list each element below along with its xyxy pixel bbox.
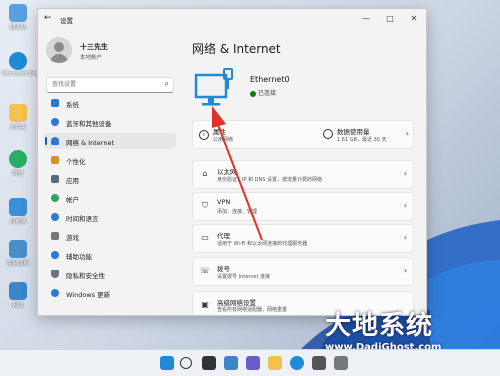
wechat-icon: [9, 150, 27, 168]
sidebar-item-network[interactable]: 网络 & Internet: [44, 133, 176, 149]
desktop-icon-computer[interactable]: 此电脑: [2, 198, 34, 225]
folder-icon: [9, 104, 27, 122]
desktop-icon-network[interactable]: 网络: [2, 282, 34, 309]
data-usage-card[interactable]: 数据使用量 1.61 GB，最近 30 天 ›: [319, 121, 413, 148]
ethernet-icon: ⌂: [202, 169, 208, 178]
search-box[interactable]: ⌕: [46, 77, 174, 93]
avatar[interactable]: [46, 37, 72, 63]
watermark: 大地系统 www.DadiGhost.com: [325, 311, 442, 353]
brush-icon: [51, 156, 59, 164]
control-panel-icon: [9, 240, 27, 258]
window-title: 设置: [60, 17, 73, 25]
maximize-button[interactable]: □: [380, 12, 400, 26]
edge-icon[interactable]: [290, 356, 304, 370]
accessibility-icon: [51, 251, 59, 259]
file-explorer-icon[interactable]: [268, 356, 282, 370]
taskbar: [0, 349, 500, 376]
ethernet-status: 已连接: [250, 88, 276, 97]
computer-icon: [9, 198, 27, 216]
recycle-bin-icon: [9, 4, 27, 22]
settings-icon[interactable]: [334, 356, 348, 370]
dialup-icon: ☏: [200, 266, 211, 275]
advanced-network-icon: ▣: [201, 300, 209, 309]
back-button[interactable]: ←: [44, 13, 52, 23]
chevron-right-icon: ›: [403, 201, 407, 210]
account-icon: [51, 194, 59, 202]
bluetooth-icon: [51, 118, 59, 126]
proxy-card[interactable]: ▭ 代理 适用于 Wi-Fi 和以太网连接的代理服务器 ›: [192, 224, 414, 253]
search-icon[interactable]: ⌕: [165, 79, 169, 89]
wifi-icon: [51, 137, 59, 145]
gamepad-icon: [51, 232, 59, 240]
sidebar: 十三先生 本地帐户 ⌕ 系统 蓝牙和其他设备 网络 & Internet 个性化…: [38, 29, 183, 315]
proxy-icon: ▭: [201, 233, 209, 242]
chat-icon[interactable]: [246, 356, 260, 370]
desktop-icon-edge[interactable]: Microsoft Edge: [2, 52, 43, 77]
vpn-shield-icon: ⛉: [202, 201, 208, 210]
sidebar-item-apps[interactable]: 应用: [44, 171, 176, 187]
system-icon: [51, 99, 59, 107]
desktop-icon-recycle-bin[interactable]: 回收站: [2, 4, 34, 31]
search-icon[interactable]: [180, 357, 192, 369]
properties-card[interactable]: i 属性 公用网络: [193, 121, 311, 148]
ethernet-monitor-icon: [194, 68, 233, 106]
update-icon: [51, 289, 59, 297]
sidebar-item-accessibility[interactable]: 辅助功能: [44, 247, 176, 263]
search-input[interactable]: [52, 79, 152, 90]
vpn-card[interactable]: ⛉ VPN 添加、连接、管理 ›: [192, 192, 414, 221]
ethernet-name: Ethernet0: [250, 75, 290, 84]
start-icon[interactable]: [160, 356, 174, 370]
summary-cards: i 属性 公用网络 数据使用量 1.61 GB，最近 30 天 ›: [192, 120, 414, 149]
sidebar-item-privacy[interactable]: 隐私和安全性: [44, 266, 176, 282]
desktop-icon-wechat[interactable]: 微信: [2, 150, 34, 177]
apps-icon: [51, 175, 59, 183]
title-bar: ← 设置 — □ ✕: [38, 9, 426, 29]
page-title: 网络 & Internet: [192, 42, 281, 56]
desktop-icon-folder[interactable]: 文件夹: [2, 104, 34, 131]
sidebar-item-system[interactable]: 系统: [44, 95, 176, 111]
chevron-right-icon: ›: [403, 169, 407, 178]
main-content: 网络 & Internet Ethernet0 已连接 i 属性 公用网络 数据…: [183, 29, 426, 315]
data-usage-icon: [323, 129, 333, 139]
user-account-type: 本地帐户: [80, 55, 103, 61]
edge-icon: [9, 52, 27, 70]
sidebar-item-time-language[interactable]: 时间和语言: [44, 209, 176, 225]
user-name: 十三先生: [80, 43, 108, 51]
settings-window: ← 设置 — □ ✕ 十三先生 本地帐户 ⌕ 系统 蓝牙和其他设备 网络 & I…: [37, 8, 427, 316]
minimize-button[interactable]: —: [356, 12, 376, 26]
sidebar-item-gaming[interactable]: 游戏: [44, 228, 176, 244]
network-icon: [9, 282, 27, 300]
ethernet-card[interactable]: ⌂ 以太网 身份验证，IP 和 DNS 设置，按流量计费的网络 ›: [192, 160, 414, 189]
task-view-icon[interactable]: [202, 356, 216, 370]
chevron-right-icon: ›: [403, 233, 407, 242]
store-icon[interactable]: [312, 356, 326, 370]
connected-icon: [250, 90, 256, 97]
close-button[interactable]: ✕: [404, 12, 424, 26]
info-icon: i: [199, 130, 209, 140]
sidebar-item-windows-update[interactable]: Windows 更新: [44, 285, 176, 301]
sidebar-item-accounts[interactable]: 帐户: [44, 190, 176, 206]
sidebar-item-personalization[interactable]: 个性化: [44, 152, 176, 168]
desktop-icon-control-panel[interactable]: 控制面板: [2, 240, 34, 267]
dialup-card[interactable]: ☏ 拨号 设置拨号 Internet 连接 ›: [192, 257, 414, 286]
selection-indicator: [45, 137, 47, 145]
globe-clock-icon: [51, 213, 59, 221]
widgets-icon[interactable]: [224, 356, 238, 370]
shield-icon: [51, 270, 59, 278]
chevron-right-icon: ›: [403, 266, 407, 275]
sidebar-item-bluetooth[interactable]: 蓝牙和其他设备: [44, 114, 176, 130]
chevron-right-icon: ›: [405, 129, 409, 138]
